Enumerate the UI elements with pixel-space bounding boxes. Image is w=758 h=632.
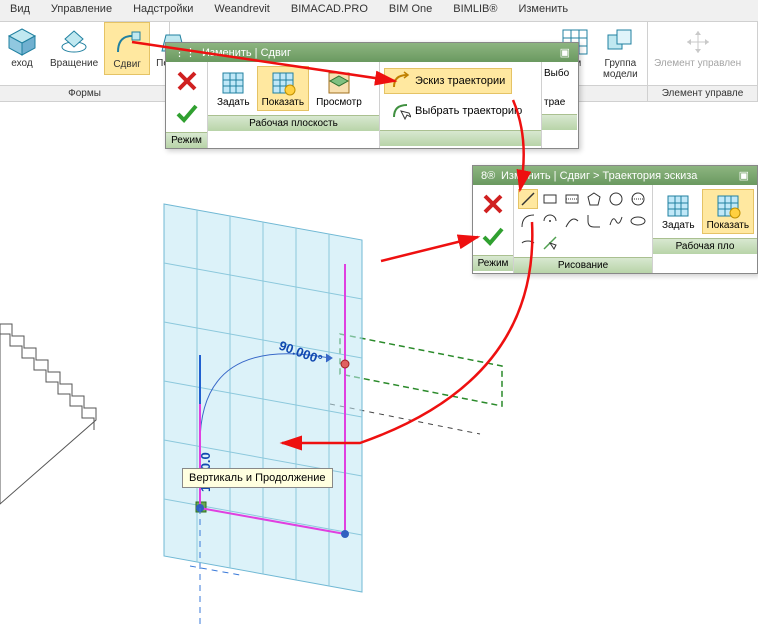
eskiz-traektorii-button[interactable]: Эскиз траектории (384, 68, 512, 94)
grip-icon: ⋮⋮ (174, 46, 196, 59)
sweep-icon (111, 27, 143, 59)
ribbon-sdvig[interactable]: Сдвиг (104, 22, 150, 75)
group-icon (604, 26, 636, 58)
snap-tooltip: Вертикаль и Продолжение (182, 468, 333, 488)
tab-bimone[interactable]: BIM One (379, 0, 443, 21)
ribbon-vrashenie[interactable]: Вращение (44, 22, 104, 73)
ribbon-element-upravle[interactable]: Элемент управлен (648, 22, 747, 73)
x-red-icon (173, 67, 201, 95)
expand-icon[interactable]: ▣ (560, 46, 570, 59)
tab-weandrevit[interactable]: Weandrevit (204, 0, 280, 21)
grid-show-icon (269, 69, 297, 97)
work-plane (164, 204, 362, 592)
sketch-endpoint (341, 530, 349, 538)
panel-formy: Формы (0, 85, 169, 101)
tab-vid[interactable]: Вид (0, 0, 41, 21)
stair-geometry (0, 324, 96, 504)
grid-set-icon (219, 69, 247, 97)
ribbon-ehod[interactable]: еход (0, 22, 44, 73)
ribbon-gruppa[interactable]: Группа модели (597, 22, 644, 84)
sketch-path-icon (391, 71, 411, 91)
model-viewport[interactable]: 90.000° 1200.0 (0, 104, 758, 632)
tab-bimlib[interactable]: BIMLIB® (443, 0, 508, 21)
reference-plane-outline (340, 334, 502, 406)
rotation-icon (58, 26, 90, 58)
viewport-canvas: 90.000° 1200.0 (0, 104, 758, 632)
tab-izmenit[interactable]: Изменить (508, 0, 579, 21)
control-arrows-icon (682, 26, 714, 58)
viewer-icon (325, 69, 353, 97)
cancel-mode-button[interactable] (172, 66, 202, 96)
tab-bimacad[interactable]: BIMACAD.PRO (281, 0, 379, 21)
main-tab-bar: Вид Управление Надстройки Weandrevit BIM… (0, 0, 758, 22)
panel-element-upravle: Элемент управле (648, 85, 757, 101)
panel1-title-bar[interactable]: ⋮⋮ Изменить | Сдвиг ▣ (166, 43, 578, 62)
sketch-endpoint-active (341, 360, 349, 368)
cube-icon (6, 26, 38, 58)
tab-nadstroyki[interactable]: Надстройки (123, 0, 204, 21)
tab-upravlenie[interactable]: Управление (41, 0, 123, 21)
